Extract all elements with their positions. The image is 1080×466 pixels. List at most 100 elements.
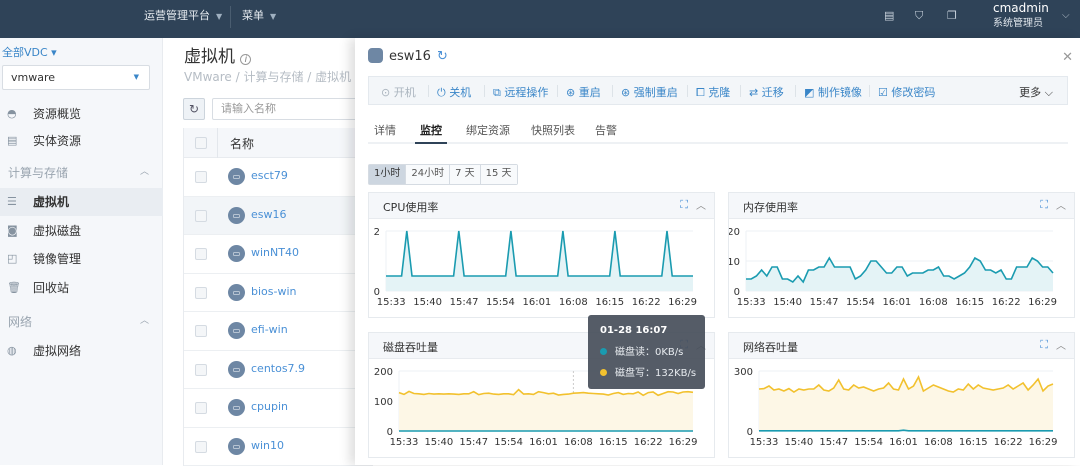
tab-details[interactable]: 详情: [374, 122, 396, 138]
tab-snapshots[interactable]: 快照列表: [531, 122, 575, 138]
vm-list-page: 虚拟机 i VMware / 计算与存储 / 虚拟机 ↻ 请输入名称 名称 ▭e…: [164, 38, 364, 465]
tab-monitor[interactable]: 监控: [420, 122, 442, 138]
row-checkbox[interactable]: [195, 210, 207, 222]
table-row[interactable]: ▭bios-win: [184, 274, 373, 313]
range-1h[interactable]: 1小时: [369, 165, 406, 184]
vm-name-link[interactable]: centos7.9: [251, 362, 305, 375]
chart-header: CPU使用率⛶︿: [369, 193, 714, 219]
remote-button[interactable]: ⧉ 远程操作: [493, 84, 548, 100]
sidebar-item-vm[interactable]: ☰虚拟机: [0, 188, 163, 216]
user-menu[interactable]: cmadmin系统管理员: [993, 1, 1049, 31]
chevron-down-icon[interactable]: ⌵: [1062, 10, 1070, 21]
vm-name-link[interactable]: efi-win: [251, 323, 288, 336]
breadcrumb-item[interactable]: 计算与存储: [243, 70, 303, 84]
x-tick-label: 16:29: [668, 297, 697, 308]
range-7d[interactable]: 7 天: [450, 165, 481, 184]
dashboard-icon: ◓: [7, 100, 17, 128]
row-checkbox[interactable]: [195, 364, 207, 376]
row-checkbox[interactable]: [195, 402, 207, 414]
sidebar-item-vnet[interactable]: ◍虚拟网络: [0, 337, 163, 365]
vm-name-link[interactable]: bios-win: [251, 285, 297, 298]
breadcrumb-item[interactable]: VMware: [184, 70, 232, 84]
platform-label: 运营管理平台: [144, 9, 210, 22]
menu-dropdown[interactable]: 菜单▼: [242, 0, 276, 38]
table-row[interactable]: ▭win10: [184, 428, 373, 466]
tooltip-time: 01-28 16:07: [600, 325, 705, 336]
shutdown-button[interactable]: ⏻ 关机: [437, 84, 471, 100]
table-row[interactable]: ▭winNT40: [184, 235, 373, 274]
info-icon[interactable]: i: [240, 54, 251, 65]
sidebar-item-physical[interactable]: ▤实体资源: [0, 127, 163, 155]
windows-icon[interactable]: ❐: [947, 10, 958, 21]
row-checkbox[interactable]: [195, 248, 207, 260]
sidebar-item-disk[interactable]: ◙虚拟磁盘: [0, 217, 163, 245]
vm-name-link[interactable]: esw16: [251, 208, 287, 221]
shield-icon[interactable]: ⛉: [915, 10, 926, 21]
clone-button[interactable]: ⧠ 克隆: [696, 84, 730, 100]
chevron-up-icon[interactable]: ︿: [1056, 197, 1066, 212]
table-row[interactable]: ▭esct79: [184, 158, 373, 197]
sidebar-group-compute[interactable]: 计算与存储︿: [8, 164, 68, 181]
more-dropdown[interactable]: 更多 ⌵: [1019, 84, 1053, 100]
chart-title: 磁盘吞吐量: [383, 339, 438, 355]
tooltip-write: 磁盘写：132KB/s: [600, 364, 705, 379]
x-tick-label: 15:54: [846, 297, 875, 308]
restart-button[interactable]: ⊛ 重启: [566, 84, 601, 100]
vm-name-link[interactable]: esct79: [251, 169, 288, 182]
top-navbar: 运营管理平台▼ 菜单▼ ▤ ⛉ ❐ cmadmin系统管理员 ⌵: [0, 0, 1080, 38]
vm-name-link[interactable]: win10: [251, 439, 284, 452]
action-label: 修改密码: [891, 86, 935, 99]
expand-icon[interactable]: ⛶: [1040, 338, 1048, 352]
refresh-button[interactable]: ↻: [183, 98, 205, 120]
range-15d[interactable]: 15 天: [481, 165, 517, 184]
tab-bound-resources[interactable]: 绑定资源: [466, 122, 510, 138]
table-row[interactable]: ▭centos7.9: [184, 351, 373, 390]
refresh-icon[interactable]: ↻: [437, 49, 448, 64]
range-24h[interactable]: 24小时: [406, 165, 450, 184]
tooltip-read: 磁盘读：0KB/s: [600, 343, 705, 358]
detail-tabs: 详情 监控 绑定资源 快照列表 告警: [368, 120, 1068, 144]
platform-select[interactable]: vmware▼: [2, 65, 150, 90]
row-checkbox[interactable]: [195, 171, 207, 183]
expand-icon[interactable]: ⛶: [680, 198, 688, 212]
vdc-selector[interactable]: 全部VDC ▾: [2, 44, 57, 60]
document-icon[interactable]: ▤: [884, 10, 895, 21]
y-tick-label: 2: [374, 227, 380, 238]
row-checkbox[interactable]: [195, 325, 207, 337]
vm-name-link[interactable]: cpupin: [251, 400, 288, 413]
x-tick-label: 16:22: [992, 297, 1021, 308]
sidebar-item-image[interactable]: ◰镜像管理: [0, 245, 163, 273]
table-row[interactable]: ▭esw16: [184, 197, 373, 236]
sidebar-group-network[interactable]: 网络︿: [8, 313, 32, 330]
force-restart-button[interactable]: ⊛ 强制重启: [621, 84, 678, 100]
sidebar-item-recycle[interactable]: 🗑回收站: [0, 274, 163, 302]
chevron-up-icon[interactable]: ︿: [1056, 337, 1066, 352]
table-row[interactable]: ▭efi-win: [184, 312, 373, 351]
close-button[interactable]: ✕: [1062, 50, 1073, 65]
drawer-header: esw16↻: [368, 48, 448, 64]
expand-icon[interactable]: ⛶: [1040, 198, 1048, 212]
search-input[interactable]: 请输入名称: [212, 98, 372, 120]
vm-name-link[interactable]: winNT40: [251, 246, 299, 259]
table-row[interactable]: ▭cpupin: [184, 389, 373, 428]
change-password-button[interactable]: ☑ 修改密码: [878, 84, 935, 100]
make-image-button[interactable]: ◩ 制作镜像: [804, 84, 862, 100]
tab-alerts[interactable]: 告警: [595, 122, 617, 138]
migrate-button[interactable]: ⇄ 迁移: [749, 84, 784, 100]
breadcrumb: VMware / 计算与存储 / 虚拟机: [184, 68, 351, 85]
disk-icon: ◙: [7, 217, 18, 245]
platform-menu[interactable]: 运营管理平台▼: [144, 0, 222, 38]
chart-title: 内存使用率: [743, 199, 798, 215]
time-range-selector: 1小时 24小时 7 天 15 天: [368, 164, 518, 185]
y-tick-label: 20: [729, 227, 740, 238]
row-checkbox[interactable]: [195, 287, 207, 299]
x-tick-label: 16:08: [919, 297, 948, 308]
sidebar-item-overview[interactable]: ◓资源概览: [0, 100, 163, 128]
x-tick-label: 16:22: [632, 297, 661, 308]
power-on-button[interactable]: ⊙ 开机: [381, 84, 416, 100]
row-checkbox[interactable]: [195, 441, 207, 453]
column-header-name[interactable]: 名称: [230, 135, 254, 152]
chevron-up-icon[interactable]: ︿: [696, 197, 706, 212]
select-all-checkbox[interactable]: [195, 137, 207, 149]
y-tick-label: 10: [729, 257, 740, 268]
